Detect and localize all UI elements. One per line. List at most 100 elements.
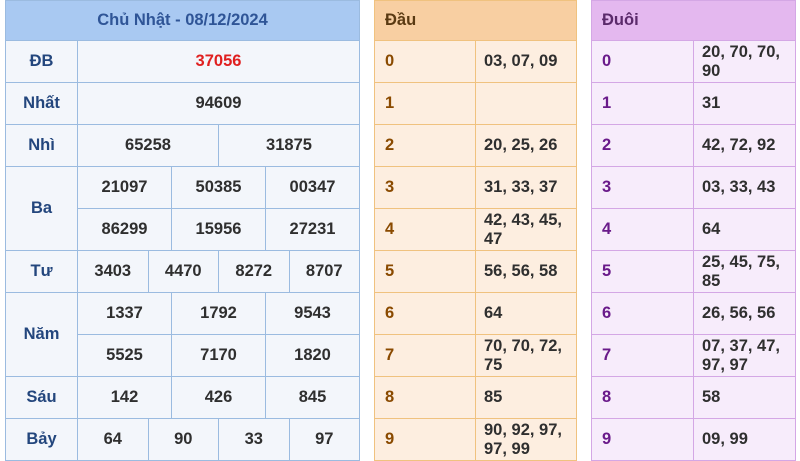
results-table: Chủ Nhật - 08/12/2024 ĐB 37056 Nhất 9460…	[5, 0, 360, 461]
tail-row: 1 31	[591, 82, 796, 125]
tail-digit: 7	[591, 334, 694, 377]
head-values: 42, 43, 45, 47	[475, 208, 577, 251]
head-row: 9 90, 92, 97, 97, 99	[374, 418, 577, 461]
tail-digits-table: Đuôi 0 20, 70, 70, 90 1 31 2 42, 72, 92 3 03…	[591, 0, 796, 461]
tail-title: Đuôi	[591, 0, 796, 41]
tail-row: 3 03, 33, 43	[591, 166, 796, 209]
tail-row: 6 26, 56, 56	[591, 292, 796, 335]
prize-value: 845	[265, 376, 360, 419]
prize-label: Nhất	[5, 82, 78, 125]
prize-row-nhi: Nhì 65258 31875	[5, 124, 360, 167]
tail-values: 64	[693, 208, 796, 251]
head-row: 6 64	[374, 292, 577, 335]
tail-row: 7 07, 37, 47, 97, 97	[591, 334, 796, 377]
prize-value: 86299	[77, 208, 172, 251]
prize-value: 4470	[147, 250, 219, 293]
head-digits-table: Đầu 0 03, 07, 09 1 2 20, 25, 26 3 31, 33, 3…	[374, 0, 577, 461]
prize-value: 64	[77, 418, 149, 461]
head-row: 2 20, 25, 26	[374, 124, 577, 167]
prize-value: 65258	[77, 124, 219, 167]
head-values: 56, 56, 58	[475, 250, 577, 293]
tail-values: 07, 37, 47, 97, 97	[693, 334, 796, 377]
head-row: 1	[374, 82, 577, 125]
tail-digit: 2	[591, 124, 694, 167]
tail-values: 09, 99	[693, 418, 796, 461]
head-values: 20, 25, 26	[475, 124, 577, 167]
head-digit: 0	[374, 40, 476, 83]
head-values: 64	[475, 292, 577, 335]
tail-digit: 5	[591, 250, 694, 293]
head-values	[475, 82, 577, 125]
prize-label: Ba	[5, 166, 78, 251]
head-digit: 8	[374, 376, 476, 419]
prize-row-db: ĐB 37056	[5, 40, 360, 83]
tail-row: 8 58	[591, 376, 796, 419]
prize-row-bay: Bảy 64 90 33 97	[5, 418, 360, 461]
head-digit: 5	[374, 250, 476, 293]
prize-value: 97	[288, 418, 360, 461]
prize-row-tu: Tư 3403 4470 8272 8707	[5, 250, 360, 293]
prize-value: 21097	[77, 166, 172, 209]
prize-label: Sáu	[5, 376, 78, 419]
tail-digit: 3	[591, 166, 694, 209]
head-digit: 1	[374, 82, 476, 125]
tail-row: 9 09, 99	[591, 418, 796, 461]
tail-values: 58	[693, 376, 796, 419]
prize-value: 1337	[77, 292, 172, 335]
prize-value: 9543	[265, 292, 360, 335]
prize-value: 31875	[218, 124, 360, 167]
head-values: 31, 33, 37	[475, 166, 577, 209]
head-values: 85	[475, 376, 577, 419]
head-values: 70, 70, 72, 75	[475, 334, 577, 377]
head-digit: 6	[374, 292, 476, 335]
head-row: 0 03, 07, 09	[374, 40, 577, 83]
tail-digit: 9	[591, 418, 694, 461]
head-row: 4 42, 43, 45, 47	[374, 208, 577, 251]
prize-value: 7170	[171, 334, 266, 377]
tail-digit: 6	[591, 292, 694, 335]
tail-digit: 0	[591, 40, 694, 83]
prize-value: 50385	[171, 166, 266, 209]
head-digit: 3	[374, 166, 476, 209]
prize-value: 3403	[77, 250, 149, 293]
tail-values: 42, 72, 92	[693, 124, 796, 167]
prize-label: Nhì	[5, 124, 78, 167]
tail-values: 25, 45, 75, 85	[693, 250, 796, 293]
head-title: Đầu	[374, 0, 577, 41]
prize-label: Tư	[5, 250, 78, 293]
head-row: 5 56, 56, 58	[374, 250, 577, 293]
prize-value: 426	[171, 376, 266, 419]
head-row: 8 85	[374, 376, 577, 419]
prize-value: 15956	[171, 208, 266, 251]
prize-value: 142	[77, 376, 172, 419]
prize-row-ba: Ba 21097 50385 00347	[5, 166, 360, 251]
tail-digit: 8	[591, 376, 694, 419]
head-values: 03, 07, 09	[475, 40, 577, 83]
prize-value: 90	[147, 418, 219, 461]
head-digit: 9	[374, 418, 476, 461]
head-digit: 2	[374, 124, 476, 167]
tail-digit: 1	[591, 82, 694, 125]
head-values: 90, 92, 97, 97, 99	[475, 418, 577, 461]
prize-row-sau: Sáu 142 426 845	[5, 376, 360, 419]
prize-value: 00347	[265, 166, 360, 209]
prize-label: Năm	[5, 292, 78, 377]
prize-value: 8272	[218, 250, 290, 293]
tail-values: 20, 70, 70, 90	[693, 40, 796, 83]
head-digit: 7	[374, 334, 476, 377]
tail-values: 31	[693, 82, 796, 125]
results-title: Chủ Nhật - 08/12/2024	[5, 0, 360, 41]
prize-row-nam: Năm 1337 1792 9543	[5, 292, 360, 377]
tail-row: 0 20, 70, 70, 90	[591, 40, 796, 83]
head-digit: 4	[374, 208, 476, 251]
prize-value: 5525	[77, 334, 172, 377]
tail-row: 5 25, 45, 75, 85	[591, 250, 796, 293]
tail-values: 03, 33, 43	[693, 166, 796, 209]
tail-row: 4 64	[591, 208, 796, 251]
prize-value: 1792	[171, 292, 266, 335]
prize-row-nhat: Nhất 94609	[5, 82, 360, 125]
prize-label: ĐB	[5, 40, 78, 83]
head-row: 7 70, 70, 72, 75	[374, 334, 577, 377]
prize-value-special: 37056	[77, 40, 360, 83]
tail-digit: 4	[591, 208, 694, 251]
